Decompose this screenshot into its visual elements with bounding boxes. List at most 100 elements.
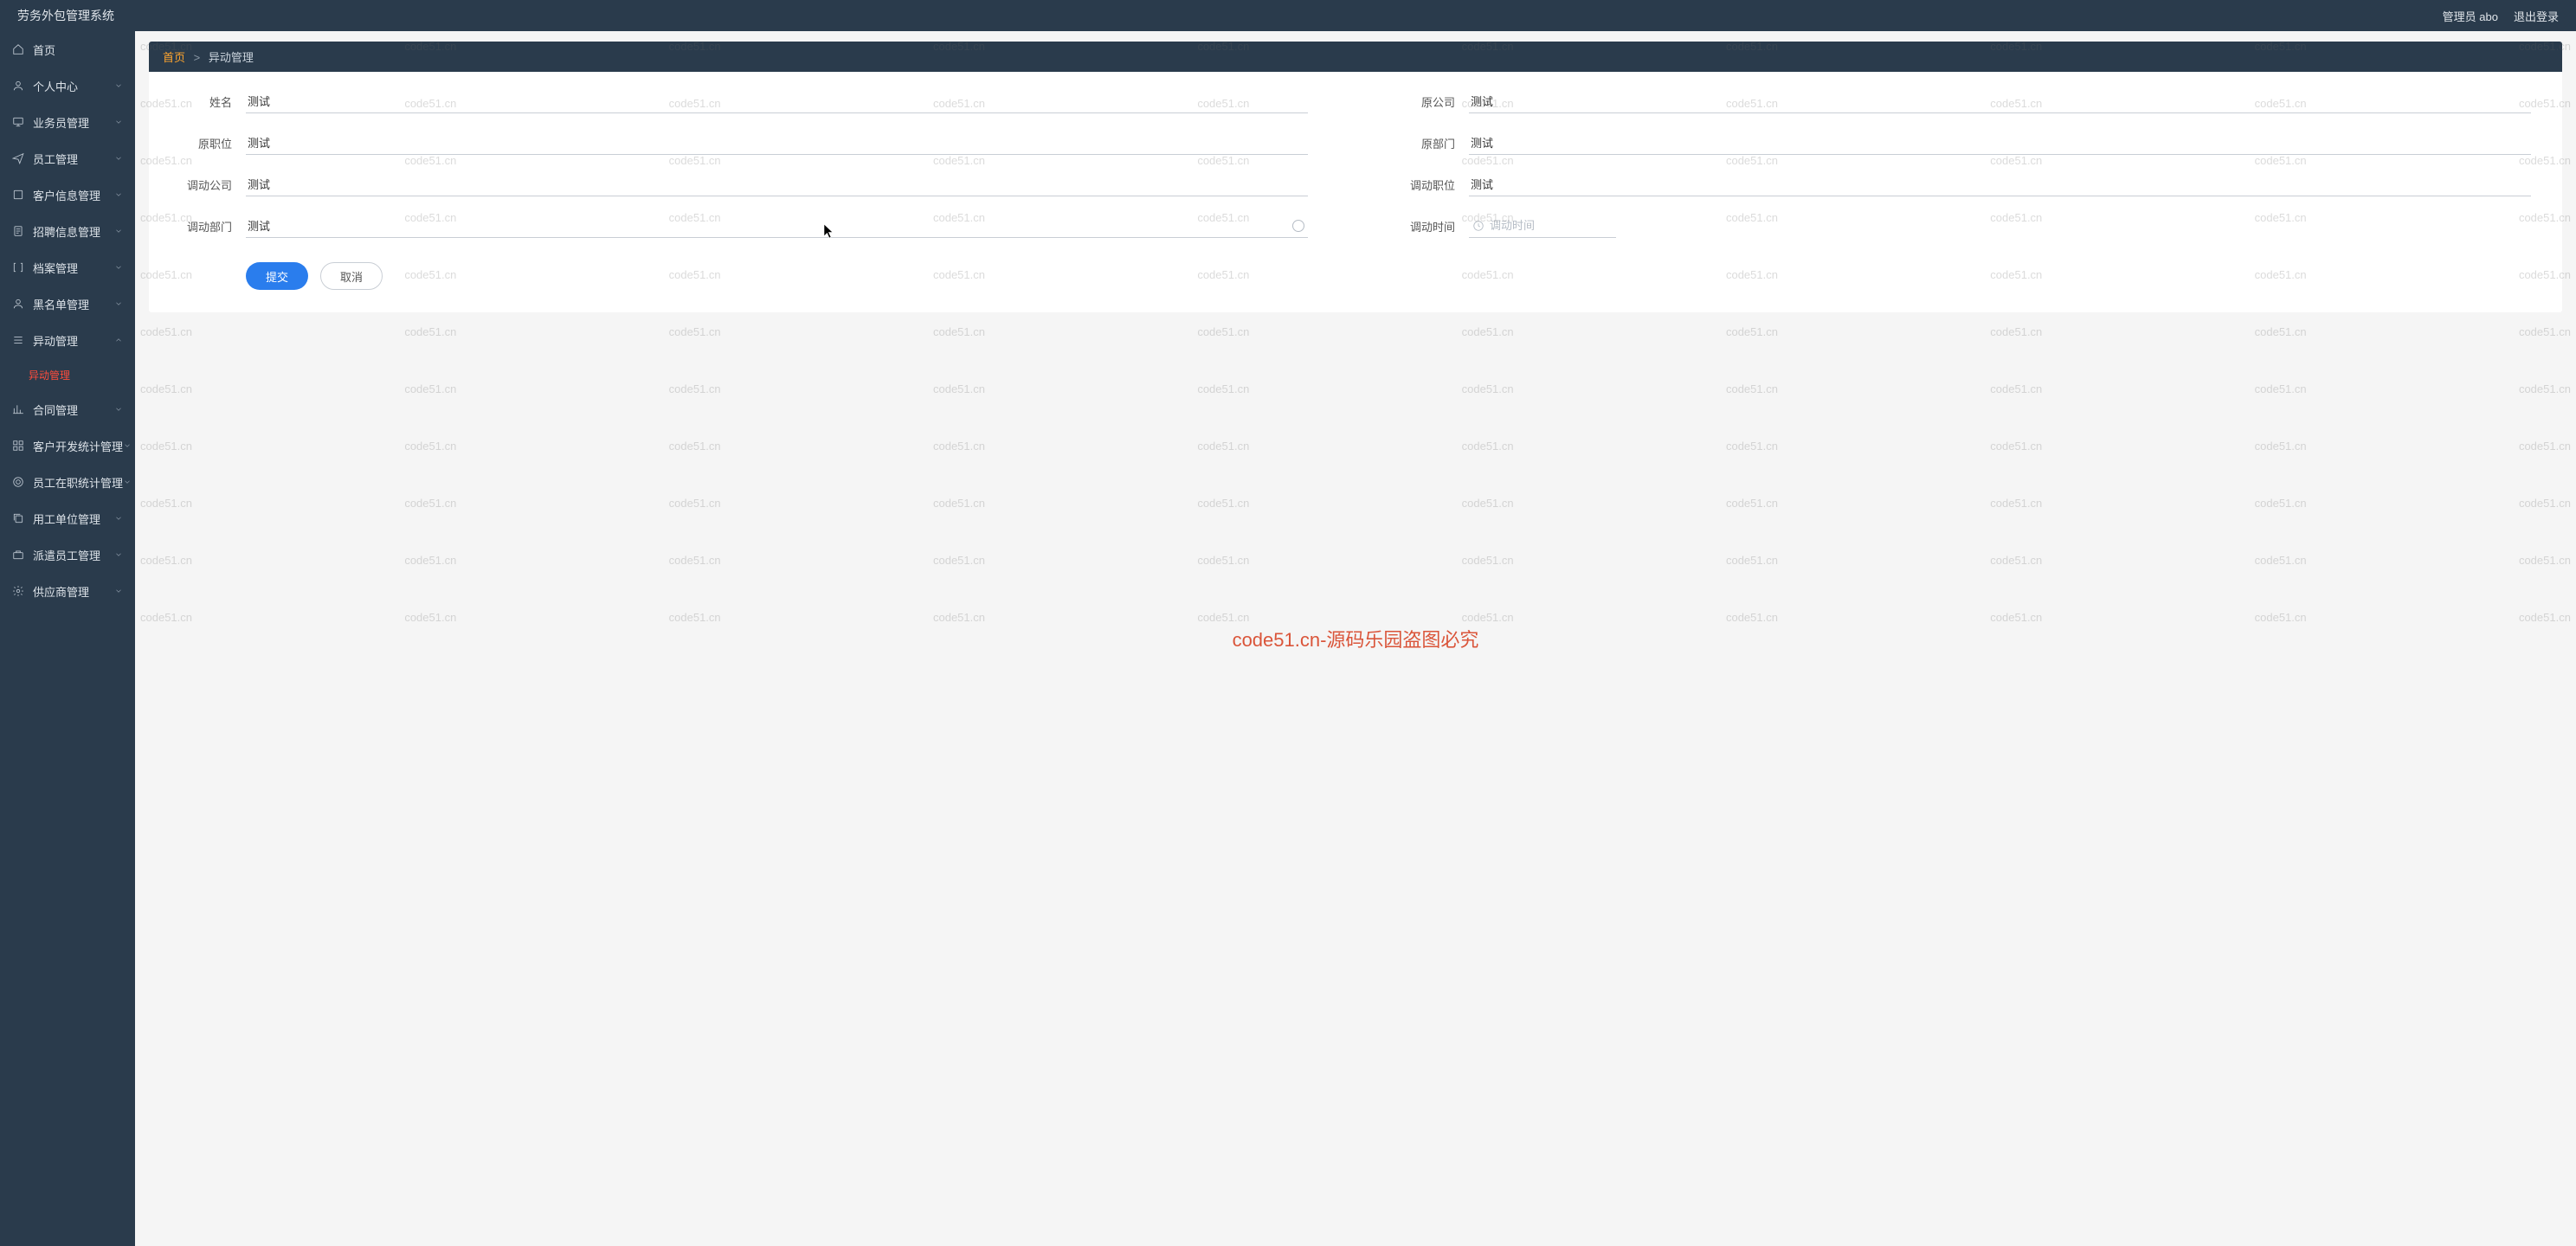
chevron-down-icon <box>114 154 123 163</box>
watermark-text: code51.cn <box>140 325 192 338</box>
label-orig-company: 原公司 <box>1403 93 1455 110</box>
label-move-dept: 调动部门 <box>180 218 232 234</box>
watermark-text: code51.cn <box>1726 382 1778 395</box>
logout-link[interactable]: 退出登录 <box>2514 8 2559 24</box>
label-orig-dept: 原部门 <box>1403 135 1455 151</box>
watermark-text: code51.cn <box>140 382 192 395</box>
chevron-down-icon <box>114 405 123 414</box>
watermark-text: code51.cn <box>933 382 985 395</box>
watermark-text: code51.cn <box>140 554 192 567</box>
input-orig-dept[interactable] <box>1469 131 2531 155</box>
sidebar-item-5[interactable]: 招聘信息管理 <box>0 213 135 249</box>
sidebar-item-4[interactable]: 客户信息管理 <box>0 177 135 213</box>
sidebar-item-12[interactable]: 用工单位管理 <box>0 500 135 536</box>
watermark-text: code51.cn <box>140 611 192 624</box>
sidebar-item-0[interactable]: 首页 <box>0 31 135 67</box>
label-orig-position: 原职位 <box>180 135 232 151</box>
watermark-text: code51.cn <box>2519 325 2571 338</box>
chevron-down-icon <box>114 263 123 272</box>
sidebar-item-1[interactable]: 个人中心 <box>0 67 135 104</box>
watermark-text: code51.cn <box>404 611 456 624</box>
sidebar-item-13[interactable]: 派遣员工管理 <box>0 536 135 573</box>
chevron-up-icon <box>114 336 123 344</box>
watermark-text: code51.cn <box>933 440 985 453</box>
form-panel: 姓名 原公司 原职位 原部门 调动公司 <box>149 72 2562 312</box>
label-move-company: 调动公司 <box>180 177 232 193</box>
label-move-time: 调动时间 <box>1403 218 1455 234</box>
watermark-text: code51.cn <box>1726 325 1778 338</box>
sidebar-item-14[interactable]: 供应商管理 <box>0 573 135 609</box>
input-name[interactable] <box>246 89 1308 113</box>
watermark-text: code51.cn <box>933 497 985 510</box>
watermark-text: code51.cn <box>2519 554 2571 567</box>
watermark-text: code51.cn <box>1462 440 1514 453</box>
watermark-text: code51.cn <box>404 497 456 510</box>
watermark-text: code51.cn <box>1462 554 1514 567</box>
input-move-time[interactable] <box>1469 214 1616 238</box>
brackets-icon <box>12 261 24 273</box>
chevron-down-icon <box>114 190 123 199</box>
sidebar-item-label: 首页 <box>33 42 123 58</box>
input-orig-position[interactable] <box>246 131 1308 155</box>
watermark-text: code51.cn <box>669 554 721 567</box>
input-move-dept[interactable] <box>246 214 1308 238</box>
copy-icon <box>12 512 24 524</box>
user-icon <box>12 298 24 310</box>
grid-icon <box>12 440 24 452</box>
sidebar-item-6[interactable]: 档案管理 <box>0 249 135 286</box>
watermark-text: code51.cn <box>1726 497 1778 510</box>
input-move-company[interactable] <box>246 172 1308 196</box>
sidebar-item-label: 合同管理 <box>33 401 114 418</box>
submit-button[interactable]: 提交 <box>246 262 308 290</box>
sidebar-item-label: 招聘信息管理 <box>33 223 114 240</box>
watermark-text: code51.cn <box>2255 440 2307 453</box>
watermark-text: code51.cn <box>1726 554 1778 567</box>
chevron-down-icon <box>114 81 123 90</box>
sidebar-item-label: 异动管理 <box>33 332 114 349</box>
watermark-text: code51.cn <box>1726 611 1778 624</box>
cancel-button[interactable]: 取消 <box>320 262 383 290</box>
sidebar-item-10[interactable]: 客户开发统计管理 <box>0 427 135 464</box>
sidebar-item-8[interactable]: 异动管理 <box>0 322 135 358</box>
watermark-text: code51.cn <box>1990 440 2042 453</box>
watermark-text: code51.cn <box>669 382 721 395</box>
watermark-text: code51.cn <box>2519 611 2571 624</box>
clear-icon[interactable] <box>1292 220 1304 232</box>
sidebar-item-label: 供应商管理 <box>33 583 114 600</box>
sidebar-item-3[interactable]: 员工管理 <box>0 140 135 177</box>
sidebar-item-7[interactable]: 黑名单管理 <box>0 286 135 322</box>
watermark-text: code51.cn <box>404 325 456 338</box>
breadcrumb: 首页 > 异动管理 <box>149 42 2562 72</box>
watermark-text: code51.cn <box>404 554 456 567</box>
watermark-text: code51.cn <box>669 611 721 624</box>
sidebar-item-9[interactable]: 合同管理 <box>0 391 135 427</box>
watermark-text: code51.cn <box>933 325 985 338</box>
watermark-text: code51.cn <box>1990 325 2042 338</box>
watermark-text: code51.cn <box>2519 497 2571 510</box>
sidebar-item-label: 员工管理 <box>33 151 114 167</box>
watermark-text: code51.cn <box>1990 611 2042 624</box>
input-orig-company[interactable] <box>1469 89 2531 113</box>
breadcrumb-home[interactable]: 首页 <box>163 51 185 64</box>
input-move-position[interactable] <box>1469 172 2531 196</box>
watermark-text: code51.cn <box>933 611 985 624</box>
watermark-text: code51.cn <box>404 440 456 453</box>
chevron-down-icon <box>114 227 123 235</box>
sidebar-item-11[interactable]: 员工在职统计管理 <box>0 464 135 500</box>
sidebar-item-2[interactable]: 业务员管理 <box>0 104 135 140</box>
sidebar-subitem-8-0[interactable]: 异动管理 <box>0 358 135 391</box>
watermark-text: code51.cn <box>140 440 192 453</box>
plane-icon <box>12 152 24 164</box>
watermark-text: code51.cn <box>933 554 985 567</box>
admin-label[interactable]: 管理员 abo <box>2443 8 2498 24</box>
chevron-down-icon <box>114 299 123 308</box>
watermark-text: code51.cn <box>1462 325 1514 338</box>
monitor-icon <box>12 116 24 128</box>
user-icon <box>12 80 24 92</box>
briefcase-icon <box>12 549 24 561</box>
sidebar-item-label: 个人中心 <box>33 78 114 94</box>
watermark-text: code51.cn <box>1990 497 2042 510</box>
chart-icon <box>12 403 24 415</box>
watermark-text: code51.cn <box>1726 440 1778 453</box>
watermark-text: code51.cn <box>404 382 456 395</box>
